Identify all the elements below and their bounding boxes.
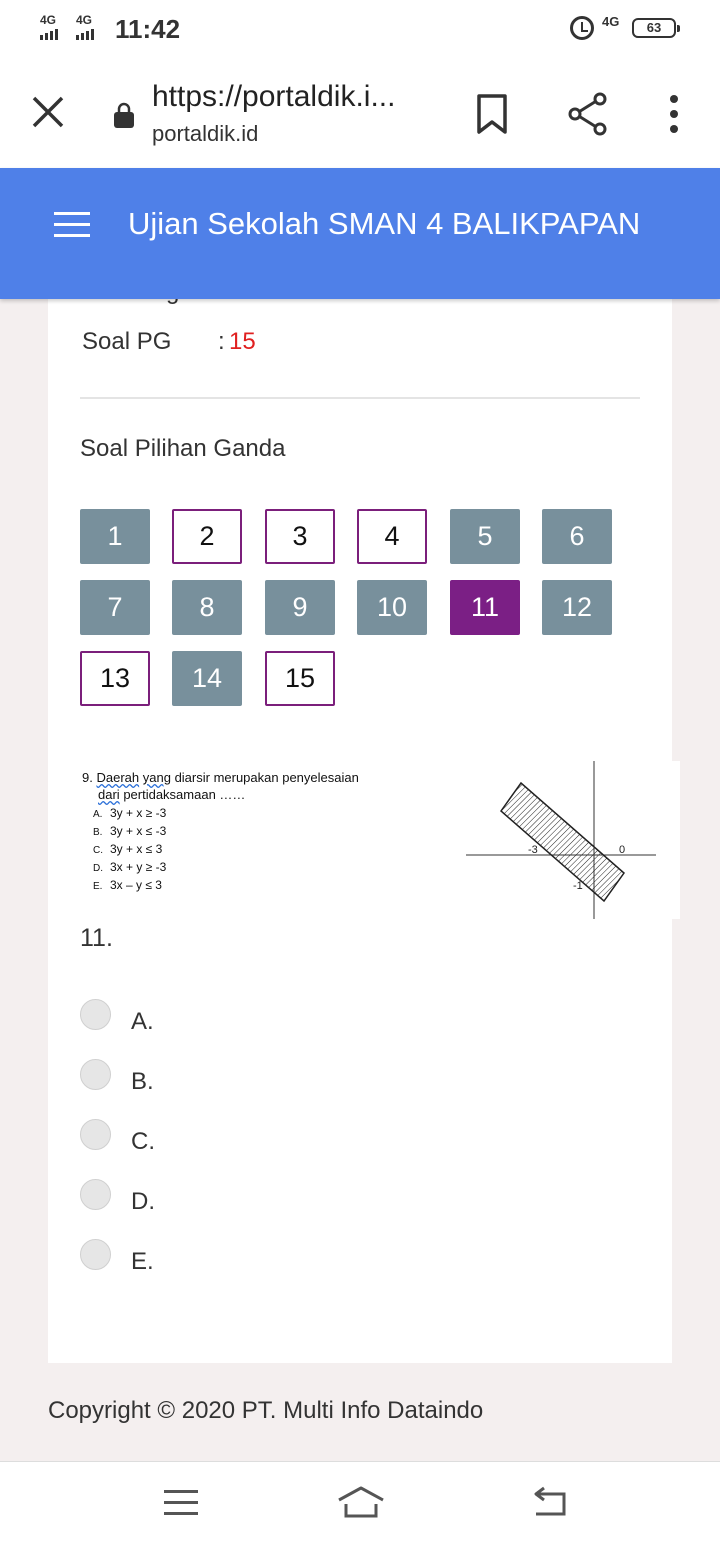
more-vert-icon[interactable] — [660, 94, 688, 134]
answer-option-label: D. — [131, 1188, 155, 1215]
soal-pg-colon: : — [218, 328, 225, 355]
graph-label-neg-y: -1 — [573, 880, 583, 892]
question-number-button[interactable]: 14 — [172, 651, 242, 706]
url-text[interactable]: https://portaldik.i... — [152, 80, 422, 114]
answer-option-label: B. — [131, 1068, 154, 1095]
radio-button[interactable] — [80, 1119, 111, 1150]
graph-label-origin: 0 — [619, 844, 625, 856]
question-image-number: 9. — [82, 770, 93, 785]
question-image-line1: 9. Daerah yang diarsir merupakan penyele… — [82, 770, 359, 785]
answer-option-label: E. — [131, 1248, 154, 1275]
radio-button[interactable] — [80, 1059, 111, 1090]
question-image-option-letter: E. — [93, 881, 103, 892]
question-number-button[interactable]: 11 — [450, 580, 520, 635]
question-image-text: pertidaksamaan …… — [123, 787, 246, 802]
question-image-option: D. 3x + y ≥ -3 — [93, 860, 166, 874]
question-image-option-letter: D. — [93, 863, 103, 874]
battery-level: 63 — [646, 20, 662, 35]
question-number-button[interactable]: 8 — [172, 580, 242, 635]
status-time: 11:42 — [115, 14, 181, 44]
soal-pg-value: 15 — [229, 328, 256, 355]
question-image-line2: dari pertidaksamaan …… — [98, 787, 245, 802]
question-image: 9. Daerah yang diarsir merupakan penyele… — [80, 761, 680, 919]
lock-icon — [114, 102, 134, 128]
shaded-region — [499, 781, 626, 903]
signal-indicator-2: 4G — [76, 14, 94, 40]
question-image-option: E. 3x – y ≤ 3 — [93, 878, 162, 892]
home-icon[interactable] — [336, 1484, 386, 1518]
signal-bars-icon — [76, 28, 94, 40]
question-number-button[interactable]: 6 — [542, 509, 612, 564]
bookmark-icon[interactable] — [476, 94, 508, 134]
question-number-button[interactable]: 5 — [450, 509, 520, 564]
question-number-button[interactable]: 7 — [80, 580, 150, 635]
soal-pg-label: Soal PG — [82, 328, 172, 355]
question-number-button[interactable]: 2 — [172, 509, 242, 564]
radio-button[interactable] — [80, 1179, 111, 1210]
radio-button[interactable] — [80, 1239, 111, 1270]
question-image-option: B. 3y + x ≤ -3 — [93, 824, 166, 838]
signal-indicator-1: 4G — [40, 14, 58, 40]
question-image-option-text: 3x + y ≥ -3 — [110, 860, 167, 874]
question-image-word: yang — [142, 770, 171, 785]
share-icon[interactable] — [568, 92, 608, 136]
menu-icon[interactable] — [54, 212, 90, 238]
divider — [80, 397, 640, 399]
close-icon[interactable] — [30, 94, 66, 130]
radio-button[interactable] — [80, 999, 111, 1030]
question-image-option: A. 3y + x ≥ -3 — [93, 806, 166, 820]
answer-option-label: A. — [131, 1008, 154, 1035]
question-image-option-letter: C. — [93, 845, 103, 856]
app-header: Ujian Sekolah SMAN 4 BALIKPAPAN — [0, 168, 720, 299]
question-image-option-text: 3y + x ≥ -3 — [110, 806, 167, 820]
question-number-button[interactable]: 10 — [357, 580, 427, 635]
question-image-option-text: 3y + x ≤ -3 — [110, 824, 167, 838]
network-type: 4G — [602, 14, 620, 29]
browser-toolbar: https://portaldik.i... portaldik.id — [0, 58, 720, 168]
question-number: 11. — [80, 924, 113, 952]
app-title: Ujian Sekolah SMAN 4 BALIKPAPAN — [128, 206, 641, 241]
question-image-word: dari — [98, 787, 120, 802]
question-image-option-text: 3x – y ≤ 3 — [110, 878, 162, 892]
answer-option-label: C. — [131, 1128, 155, 1155]
copyright-text: Copyright © 2020 PT. Multi Info Dataindo — [48, 1397, 484, 1424]
system-nav-bar — [0, 1461, 720, 1544]
question-image-option-text: 3y + x ≤ 3 — [110, 842, 163, 856]
question-number-button[interactable]: 12 — [542, 580, 612, 635]
url-domain[interactable]: portaldik.id — [152, 121, 258, 147]
question-number-button[interactable]: 3 — [265, 509, 335, 564]
battery-icon: 63 — [632, 18, 680, 38]
graph-label-neg-x: -3 — [528, 844, 538, 856]
signal-label-2: 4G — [76, 13, 93, 27]
question-image-option-letter: A. — [93, 809, 103, 820]
inequality-graph: -3 0 -1 — [466, 761, 656, 919]
section-title: Soal Pilihan Ganda — [80, 435, 286, 462]
menu-icon[interactable] — [164, 1490, 198, 1516]
question-image-option: C. 3y + x ≤ 3 — [93, 842, 162, 856]
question-image-word: Daerah — [96, 770, 140, 785]
question-number-button[interactable]: 15 — [265, 651, 335, 706]
signal-bars-icon — [40, 28, 58, 40]
question-number-button[interactable]: 9 — [265, 580, 335, 635]
question-number-button[interactable]: 13 — [80, 651, 150, 706]
status-bar: 4G 4G 11:42 4G 63 — [0, 0, 720, 58]
signal-label-1: 4G — [40, 13, 57, 27]
back-icon[interactable] — [530, 1486, 568, 1518]
question-image-option-letter: B. — [93, 827, 103, 838]
question-number-button[interactable]: 1 — [80, 509, 150, 564]
question-number-button[interactable]: 4 — [357, 509, 427, 564]
alarm-icon — [570, 16, 594, 40]
question-image-text: diarsir merupakan penyelesaian — [174, 770, 359, 785]
